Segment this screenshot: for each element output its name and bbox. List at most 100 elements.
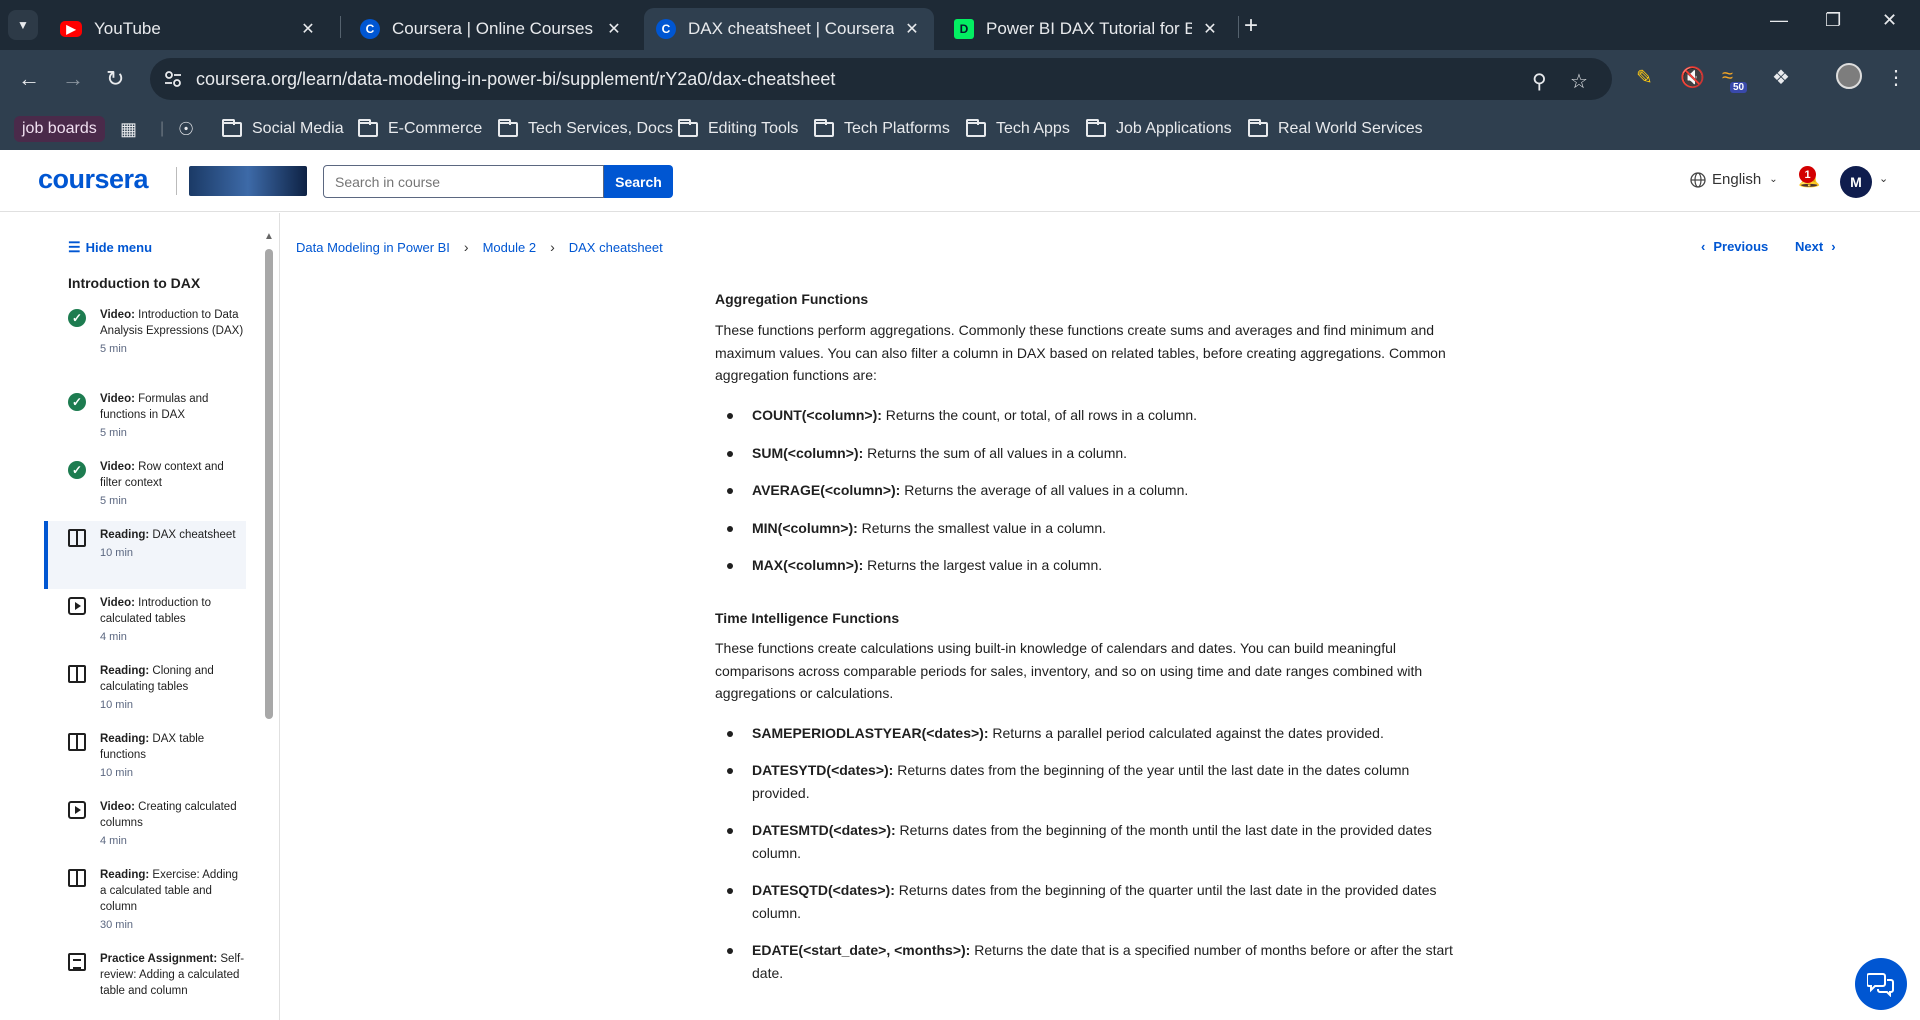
breadcrumb-item[interactable]: DAX cheatsheet bbox=[569, 240, 663, 255]
section-heading: Aggregation Functions bbox=[715, 291, 869, 307]
lesson-duration: 10 min bbox=[100, 767, 134, 779]
book-icon bbox=[68, 529, 86, 547]
lesson-item[interactable]: ✓ Video: Introduction to Data Analysis E… bbox=[44, 301, 246, 385]
chevron-down-icon[interactable]: ⌄ bbox=[1879, 172, 1888, 185]
folder-icon bbox=[498, 118, 518, 137]
function-name: DATESQTD(<dates>): bbox=[752, 882, 895, 898]
close-icon[interactable]: ✕ bbox=[298, 19, 318, 39]
breadcrumb-course[interactable]: Data Modeling in Power BI bbox=[296, 240, 450, 255]
browser-tab-coursera-home[interactable]: C Coursera | Online Courses From Top Uni… bbox=[348, 8, 636, 50]
minimize-icon[interactable]: — bbox=[1770, 10, 1788, 31]
function-description: Returns the average of all values in a c… bbox=[900, 482, 1189, 498]
kebab-menu-icon[interactable]: ⋮ bbox=[1886, 65, 1906, 90]
section-intro: These functions create calculations usin… bbox=[715, 640, 1423, 701]
site-info-icon[interactable] bbox=[164, 70, 182, 88]
scrollbar-thumb[interactable] bbox=[265, 249, 273, 719]
breadcrumb-module[interactable]: Module 2 bbox=[483, 240, 536, 255]
coursera-logo[interactable]: coursera bbox=[38, 164, 149, 195]
previous-button[interactable]: ‹ Previous bbox=[1701, 239, 1768, 254]
tab-title: Coursera | Online Courses From Top Unive… bbox=[392, 19, 596, 38]
address-bar[interactable]: coursera.org/learn/data-modeling-in-powe… bbox=[150, 58, 1612, 100]
function-description: Returns the count, or total, of all rows… bbox=[881, 407, 1198, 423]
bookmark-folder-e-commerce[interactable]: E-Commerce bbox=[358, 116, 482, 142]
lesson-item[interactable]: Video: Creating calculated columns 4 min bbox=[44, 793, 246, 861]
list-item: MAX(<column>): Returns the largest value… bbox=[727, 554, 1455, 577]
partner-banner-image bbox=[189, 166, 307, 196]
browser-tab-dax-cheatsheet[interactable]: C DAX cheatsheet | Coursera ✕ bbox=[644, 8, 934, 50]
globe-icon[interactable]: ☉ bbox=[178, 116, 194, 142]
folder-icon bbox=[678, 118, 698, 137]
browser-tab-powerbi-tutorial[interactable]: D Power BI DAX Tutorial for Beginners ✕ bbox=[942, 8, 1232, 50]
user-avatar[interactable]: M bbox=[1840, 166, 1872, 198]
check-circle-icon: ✓ bbox=[68, 461, 86, 479]
lesson-list: ✓ Video: Introduction to Data Analysis E… bbox=[44, 301, 246, 1020]
lesson-item[interactable]: Video: Introduction to calculated tables… bbox=[44, 589, 246, 657]
scroll-up-icon[interactable]: ▲ bbox=[264, 231, 274, 242]
lesson-kind: Video: bbox=[100, 309, 135, 321]
bookmark-job-boards[interactable]: job boards bbox=[14, 116, 105, 142]
lesson-item[interactable]: Reading: DAX table functions 10 min bbox=[44, 725, 246, 793]
chevron-down-icon: ⌄ bbox=[1769, 174, 1778, 185]
bookmark-folder-tech-platforms[interactable]: Tech Platforms bbox=[814, 116, 950, 142]
bookmark-folder-social-media[interactable]: Social Media bbox=[222, 116, 344, 142]
close-icon[interactable]: ✕ bbox=[902, 19, 922, 39]
bookmark-star-icon[interactable]: ☆ bbox=[1570, 69, 1588, 94]
book-icon bbox=[68, 733, 86, 751]
lesson-item[interactable]: Reading: Cloning and calculating tables … bbox=[44, 657, 246, 725]
lesson-item[interactable]: Reading: Exercise: Adding a calculated t… bbox=[44, 861, 246, 945]
chat-bubbles-icon bbox=[1867, 973, 1894, 997]
apps-grid-icon[interactable]: ▦ bbox=[120, 116, 137, 142]
language-selector[interactable]: English ⌄ bbox=[1690, 171, 1778, 188]
extensions-puzzle-icon[interactable]: ❖ bbox=[1772, 65, 1790, 90]
function-name: MAX(<column>): bbox=[752, 557, 864, 573]
search-button[interactable]: Search bbox=[604, 165, 673, 198]
tab-separator bbox=[1238, 16, 1239, 38]
lesson-kind: Video: bbox=[100, 801, 135, 813]
lesson-item[interactable]: ✓ Video: Row context and filter context … bbox=[44, 453, 246, 521]
bookmark-label: Tech Apps bbox=[996, 120, 1070, 137]
lesson-kind: Reading: bbox=[100, 733, 150, 745]
bookmark-folder-job-applications[interactable]: Job Applications bbox=[1086, 116, 1232, 142]
function-description: Returns the smallest value in a column. bbox=[857, 520, 1107, 536]
function-name: SAMEPERIODLASTYEAR(<dates>): bbox=[752, 725, 989, 741]
highlighter-extension-icon[interactable]: ✎ bbox=[1636, 65, 1653, 90]
book-icon bbox=[68, 665, 86, 683]
bookmark-folder-editing-tools[interactable]: Editing Tools bbox=[678, 116, 798, 142]
reload-icon[interactable]: ↻ bbox=[106, 66, 124, 92]
close-icon[interactable]: ✕ bbox=[1200, 19, 1220, 39]
list-item: COUNT(<column>): Returns the count, or t… bbox=[727, 404, 1455, 427]
next-button[interactable]: Next › bbox=[1795, 239, 1836, 254]
lesson-item[interactable]: Practice Assignment: Self-review: Adding… bbox=[44, 945, 246, 1020]
back-icon[interactable]: ← bbox=[18, 66, 40, 92]
bookmark-folder-tech-services[interactable]: Tech Services, Docs bbox=[498, 116, 673, 142]
bookmark-divider: | bbox=[160, 120, 165, 137]
lesson-duration: 10 min bbox=[100, 699, 134, 711]
new-tab-icon[interactable]: + bbox=[1244, 12, 1258, 40]
bookmark-label: Real World Services bbox=[1278, 120, 1423, 137]
forward-icon[interactable]: → bbox=[62, 66, 84, 92]
folder-icon bbox=[358, 118, 378, 137]
function-name: MIN(<column>): bbox=[752, 520, 858, 536]
restore-icon[interactable]: ❐ bbox=[1825, 10, 1841, 31]
browser-tab-youtube[interactable]: ▶ YouTube ✕ bbox=[48, 8, 330, 50]
hide-menu-button[interactable]: ☰ Hide menu bbox=[68, 239, 152, 256]
bookmarks-bar: job boards ▦ | ☉ Social Media E-Commerce… bbox=[0, 108, 1920, 150]
lesson-duration: 10 min bbox=[100, 547, 134, 559]
close-window-icon[interactable]: ✕ bbox=[1882, 10, 1897, 31]
zoom-icon[interactable]: ⚲ bbox=[1532, 69, 1547, 94]
chat-support-button[interactable] bbox=[1855, 958, 1907, 1010]
lesson-kind: Reading: bbox=[100, 529, 150, 541]
function-name: SUM(<column>): bbox=[752, 445, 864, 461]
list-item: DATESMTD(<dates>): Returns dates from th… bbox=[727, 819, 1455, 864]
course-search-input[interactable] bbox=[323, 165, 604, 198]
close-icon[interactable]: ✕ bbox=[604, 19, 624, 39]
sidebar-scrollbar[interactable]: ▲ ▼ bbox=[264, 231, 274, 1001]
tab-search-button[interactable]: ▼ bbox=[8, 10, 38, 40]
bookmark-folder-real-world-services[interactable]: Real World Services bbox=[1248, 116, 1423, 142]
mute-icon[interactable]: 🔇 bbox=[1680, 65, 1705, 90]
lesson-item[interactable]: ✓ Video: Formulas and functions in DAX 5… bbox=[44, 385, 246, 453]
bookmark-folder-tech-apps[interactable]: Tech Apps bbox=[966, 116, 1070, 142]
lesson-item-current[interactable]: Reading: DAX cheatsheet 10 min bbox=[44, 521, 246, 589]
browser-profile-avatar[interactable] bbox=[1836, 63, 1862, 89]
url-text[interactable]: coursera.org/learn/data-modeling-in-powe… bbox=[196, 69, 835, 90]
